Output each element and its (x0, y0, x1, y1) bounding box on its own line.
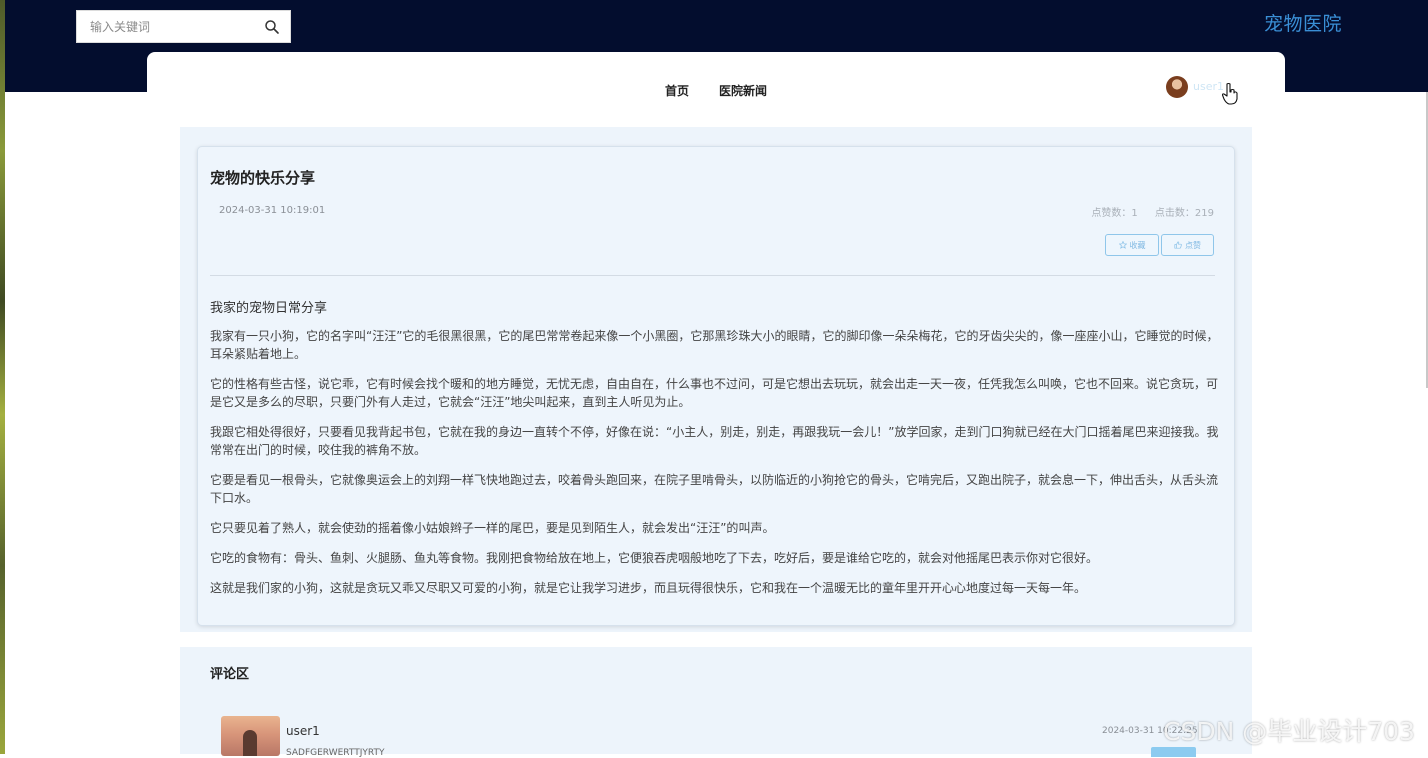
search-box (76, 10, 291, 43)
clicks-count: 点击数：219 (1154, 208, 1214, 219)
comment-avatar (221, 716, 280, 756)
left-background-edge (0, 0, 5, 754)
article-card: 宠物的快乐分享 2024-03-31 10:19:01 点赞数：1 点击数：21… (197, 146, 1235, 626)
favorite-label: 收藏 (1129, 240, 1146, 250)
article-title: 宠物的快乐分享 (210, 169, 316, 187)
site-title[interactable]: 宠物医院 (1264, 9, 1342, 36)
like-label: 点赞 (1185, 240, 1201, 250)
csdn-watermark: CSDN @毕业设计703 (1163, 717, 1415, 746)
user-name[interactable]: user1 (1193, 80, 1224, 93)
article-body: 我家的宠物日常分享 我家有一只小狗，它的名字叫“汪汪”它的毛很黑很黑，它的尾巴常… (210, 297, 1222, 609)
article-paragraph: 我跟它相处得很好，只要看见我背起书包，它就在我的身边一直转个不停，好像在说：“小… (210, 425, 1219, 457)
article-paragraph: 它吃的食物有：骨头、鱼刺、火腿肠、鱼丸等食物。我刚把食物给放在地上，它便狼吞虎咽… (210, 551, 1099, 565)
comment-text: SADFGERWERTTJYRTY (286, 748, 385, 758)
article-subtitle: 我家的宠物日常分享 (210, 301, 328, 316)
article-paragraph: 这就是我们家的小狗，这就是贪玩又乖又尽职又可爱的小狗，就是它让我学习进步，而且玩… (210, 581, 1087, 595)
like-button[interactable]: 点赞 (1161, 234, 1214, 256)
nav-hospital-news[interactable]: 医院新闻 (719, 82, 767, 99)
search-input[interactable] (77, 11, 257, 42)
hand-cursor-icon (1221, 82, 1238, 105)
star-icon (1118, 241, 1127, 249)
search-icon[interactable] (264, 19, 280, 35)
user-avatar[interactable] (1166, 76, 1188, 98)
comments-title: 评论区 (210, 667, 250, 682)
favorite-button[interactable]: 收藏 (1105, 234, 1159, 256)
article-section: 宠物的快乐分享 2024-03-31 10:19:01 点赞数：1 点击数：21… (180, 127, 1252, 632)
thumbs-up-icon (1174, 241, 1182, 249)
likes-count: 点赞数：1 (1091, 208, 1138, 219)
comment-action-button[interactable] (1151, 747, 1196, 757)
article-divider (210, 275, 1215, 276)
article-paragraph: 我家有一只小狗，它的名字叫“汪汪”它的毛很黑很黑，它的尾巴常常卷起来像一个小黑圈… (210, 329, 1219, 361)
nav-home[interactable]: 首页 (665, 82, 689, 99)
comments-section: 评论区 user1 SADFGERWERTTJYRTY 2024-03-31 1… (180, 647, 1252, 758)
comment-user: user1 (286, 724, 320, 738)
article-paragraph: 它只要见着了熟人，就会使劲的摇着像小姑娘辫子一样的尾巴，要是见到陌生人，就会发出… (210, 521, 775, 535)
article-stats: 点赞数：1 点击数：219 (1077, 204, 1214, 219)
main-nav: 首页 医院新闻 user1 (147, 52, 1285, 126)
article-date: 2024-03-31 10:19:01 (219, 205, 326, 216)
article-paragraph: 它要是看见一根骨头，它就像奥运会上的刘翔一样飞快地跑过去，咬着骨头跑回来，在院子… (210, 473, 1219, 505)
article-paragraph: 它的性格有些古怪，说它乖，它有时候会找个暖和的地方睡觉，无忧无虑，自由自在，什么… (210, 377, 1219, 409)
